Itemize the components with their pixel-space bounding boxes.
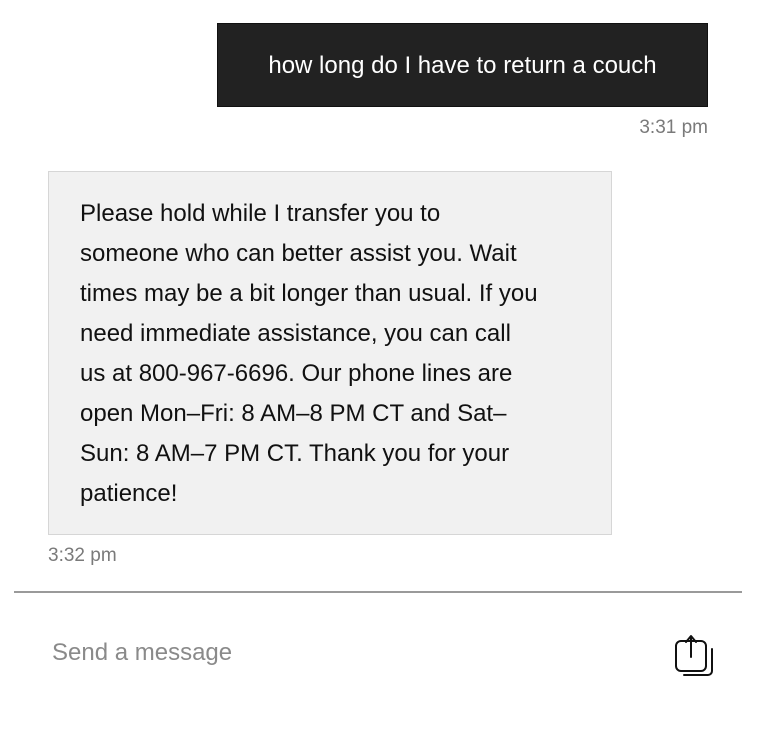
message-composer [14, 605, 742, 715]
agent-message-line: open Mon–Fri: 8 AM–8 PM CT and Sat– [80, 400, 507, 427]
send-icon [675, 635, 713, 676]
composer-divider [14, 591, 742, 593]
agent-message-line: need immediate assistance, you can call [80, 320, 511, 347]
agent-message-line: patience! [80, 480, 178, 507]
agent-message-line: Sun: 8 AM–7 PM CT. Thank you for your [80, 440, 510, 467]
agent-message-line: Please hold while I transfer you to [80, 200, 441, 227]
agent-message-bubble: Please hold while I transfer you to some… [48, 171, 612, 535]
user-message-text: how long do I have to return a couch [268, 52, 657, 79]
user-message-bubble: how long do I have to return a couch [217, 23, 708, 107]
chat-window: how long do I have to return a couch 3:3… [0, 0, 768, 743]
agent-message-line: someone who can better assist you. Wait [80, 240, 517, 267]
message-input[interactable] [52, 629, 612, 677]
agent-message-line: times may be a bit longer than usual. If… [80, 280, 538, 307]
agent-message-line: us at 800-967-6696. Our phone lines are [80, 360, 513, 387]
send-button[interactable] [672, 633, 716, 681]
agent-message-timestamp: 3:32 pm [48, 545, 117, 566]
user-message-timestamp: 3:31 pm [639, 117, 708, 138]
